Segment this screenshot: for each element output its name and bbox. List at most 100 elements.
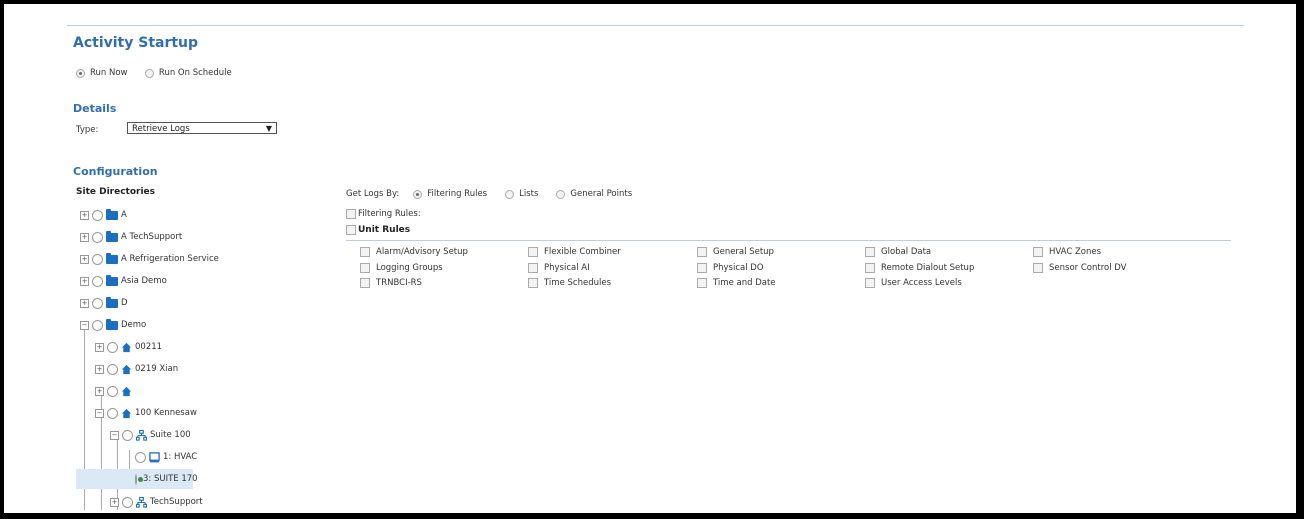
rule-checkbox[interactable]: [865, 278, 875, 288]
expand-icon[interactable]: +: [95, 386, 104, 396]
tree-item-techsupport[interactable]: + TechSupport: [110, 492, 203, 512]
lists-radio[interactable]: [505, 189, 515, 199]
tree-radio[interactable]: [135, 451, 146, 463]
general-points-radio[interactable]: [556, 189, 566, 199]
rule-remote-dialout-setup[interactable]: Remote Dialout Setup: [865, 263, 974, 273]
folder-icon: [106, 318, 118, 330]
rule-checkbox[interactable]: [1033, 247, 1043, 257]
folder-icon: [106, 296, 118, 308]
unit-rules-checkbox[interactable]: [346, 225, 356, 235]
tree-item-label: Suite 100: [150, 430, 191, 440]
tree-radio[interactable]: [122, 429, 133, 441]
rule-label: User Access Levels: [881, 278, 962, 288]
rule-logging-groups[interactable]: Logging Groups: [360, 263, 443, 273]
rule-label: Global Data: [881, 247, 932, 257]
rule-time-schedules[interactable]: Time Schedules: [528, 278, 611, 288]
rule-checkbox[interactable]: [360, 278, 370, 288]
filtering-rules-option[interactable]: Filtering Rules: [413, 189, 487, 199]
run-now-radio[interactable]: [76, 68, 85, 78]
rule-physical-ai[interactable]: Physical AI: [528, 263, 590, 273]
rule-global-data[interactable]: Global Data: [865, 247, 931, 257]
filtering-rules-checkbox[interactable]: [346, 209, 356, 219]
rule-time-and-date[interactable]: Time and Date: [697, 278, 776, 288]
tree-item-demo[interactable]: − Demo: [80, 315, 146, 335]
general-points-label: General Points: [570, 189, 633, 199]
tree-item-00211[interactable]: + 00211: [95, 337, 162, 357]
tree-radio[interactable]: [107, 407, 118, 419]
tree-radio[interactable]: [122, 496, 133, 508]
tree-item-unnamed[interactable]: +: [95, 381, 135, 401]
rule-checkbox[interactable]: [528, 278, 538, 288]
collapse-icon[interactable]: −: [80, 320, 89, 330]
unit-rules-divider: [346, 240, 1231, 241]
rule-checkbox[interactable]: [360, 263, 370, 273]
rule-sensor-control-dv[interactable]: Sensor Control DV: [1033, 263, 1126, 273]
tree-radio[interactable]: [92, 209, 103, 221]
tree-item-suite-100[interactable]: − Suite 100: [110, 425, 191, 445]
expand-icon[interactable]: +: [80, 210, 89, 220]
rule-label: Time and Date: [713, 278, 776, 288]
rule-user-access-levels[interactable]: User Access Levels: [865, 278, 962, 288]
rule-checkbox[interactable]: [528, 247, 538, 257]
tree-item-a-techsupport[interactable]: + A TechSupport: [80, 227, 182, 247]
tree-radio-selected[interactable]: [135, 473, 143, 485]
tree-item-100-kennesaw[interactable]: − 100 Kennesaw: [95, 403, 197, 423]
collapse-icon[interactable]: −: [95, 408, 104, 418]
rule-physical-do[interactable]: Physical DO: [697, 263, 764, 273]
tree-radio[interactable]: [92, 231, 103, 243]
tree-item-asia-demo[interactable]: + Asia Demo: [80, 271, 167, 291]
tree-item-3-suite-170[interactable]: 3: SUITE 170: [76, 469, 198, 489]
expand-icon[interactable]: +: [80, 298, 89, 308]
expand-icon[interactable]: +: [80, 232, 89, 242]
rule-checkbox[interactable]: [360, 247, 370, 257]
lists-option[interactable]: Lists: [505, 189, 538, 199]
rule-checkbox[interactable]: [1033, 263, 1043, 273]
unit-rules-row[interactable]: Unit Rules: [346, 225, 410, 235]
expand-icon[interactable]: +: [80, 276, 89, 286]
filtering-rules-row[interactable]: Filtering Rules:: [346, 209, 421, 219]
run-options: Run Now Run On Schedule: [76, 68, 232, 81]
device-icon: [149, 451, 160, 462]
dropdown-arrow-icon: ▼: [265, 124, 272, 133]
type-select-value: Retrieve Logs: [132, 124, 190, 134]
run-on-schedule-option[interactable]: Run On Schedule: [144, 68, 232, 78]
run-on-schedule-radio[interactable]: [144, 68, 154, 78]
collapse-icon[interactable]: −: [110, 430, 119, 440]
tree-item-a[interactable]: + A: [80, 205, 127, 225]
tree-radio[interactable]: [107, 385, 118, 397]
tree-radio[interactable]: [92, 253, 103, 265]
rule-checkbox[interactable]: [697, 263, 707, 273]
tree-item-1-hvac[interactable]: 1: HVAC: [135, 447, 197, 467]
rule-alarm-advisory-setup[interactable]: Alarm/Advisory Setup: [360, 247, 468, 257]
tree-radio[interactable]: [107, 363, 118, 375]
rule-checkbox[interactable]: [865, 247, 875, 257]
tree-item-0219-xian[interactable]: + 0219 Xian: [95, 359, 178, 379]
type-select[interactable]: Retrieve Logs ▼: [127, 122, 277, 134]
expand-icon[interactable]: +: [95, 364, 104, 374]
rule-flexible-combiner[interactable]: Flexible Combiner: [528, 247, 621, 257]
folder-icon: [106, 208, 118, 220]
run-now-option[interactable]: Run Now: [76, 68, 128, 78]
expand-icon[interactable]: +: [95, 342, 104, 352]
rule-hvac-zones[interactable]: HVAC Zones: [1033, 247, 1101, 257]
tree-radio[interactable]: [92, 275, 103, 287]
general-points-option[interactable]: General Points: [556, 189, 632, 199]
tree-radio[interactable]: [92, 319, 103, 331]
run-on-schedule-label: Run On Schedule: [158, 68, 232, 78]
rule-trnbci-rs[interactable]: TRNBCI-RS: [360, 278, 422, 288]
expand-icon[interactable]: +: [110, 497, 119, 507]
tree-radio[interactable]: [92, 297, 103, 309]
rule-checkbox[interactable]: [865, 263, 875, 273]
site-directories-label: Site Directories: [76, 187, 156, 197]
home-icon: [121, 364, 132, 374]
tree-item-d[interactable]: + D: [80, 293, 128, 313]
filtering-rules-radio[interactable]: [413, 189, 423, 199]
rule-checkbox[interactable]: [697, 247, 707, 257]
rule-checkbox[interactable]: [697, 278, 707, 288]
tree-item-a-refrigeration-service[interactable]: + A Refrigeration Service: [80, 249, 219, 269]
expand-icon[interactable]: +: [80, 254, 89, 264]
rule-label: Alarm/Advisory Setup: [376, 247, 468, 257]
rule-general-setup[interactable]: General Setup: [697, 247, 774, 257]
rule-checkbox[interactable]: [528, 263, 538, 273]
tree-radio[interactable]: [107, 341, 118, 353]
